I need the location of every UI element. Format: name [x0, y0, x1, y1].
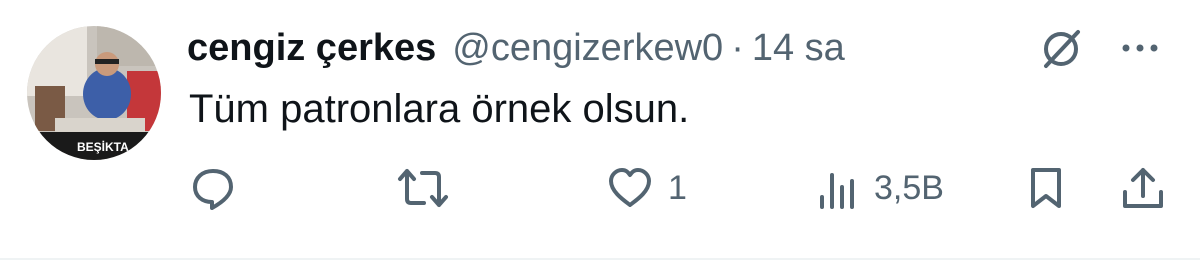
like-icon: [609, 168, 651, 207]
retweet-button[interactable]: [394, 160, 466, 216]
retweet-icon: [398, 169, 448, 207]
tweet-card[interactable]: BEŞİKTA cengiz çerkes @cengizerkew0 · 14…: [0, 0, 1200, 266]
divider: [0, 258, 1200, 260]
avatar[interactable]: BEŞİKTA: [27, 26, 161, 160]
share-button[interactable]: [1120, 160, 1166, 216]
separator-dot: ·: [731, 26, 744, 69]
share-icon: [1123, 168, 1163, 208]
author-handle[interactable]: @cengizerkew0: [452, 27, 723, 70]
more-icon[interactable]: [1118, 30, 1162, 66]
avatar-badge-text: BEŞİKTA: [77, 139, 129, 154]
grok-icon[interactable]: [1036, 24, 1086, 74]
tweet-text: Tüm patronlara örnek olsun.: [189, 87, 690, 131]
reply-button[interactable]: [190, 160, 250, 216]
reply-icon: [193, 169, 233, 210]
like-button[interactable]: 1: [606, 160, 687, 216]
views-icon: [820, 173, 854, 209]
views-button[interactable]: 3,5B: [816, 160, 944, 216]
bookmark-icon: [1031, 168, 1061, 208]
timestamp[interactable]: 14 sa: [752, 27, 845, 70]
bookmark-button[interactable]: [1024, 160, 1068, 216]
views-count: 3,5B: [874, 168, 944, 207]
author-name[interactable]: cengiz çerkes: [187, 27, 436, 70]
like-count: 1: [668, 168, 687, 207]
tweet-header: cengiz çerkes @cengizerkew0 · 14 sa: [187, 20, 845, 76]
